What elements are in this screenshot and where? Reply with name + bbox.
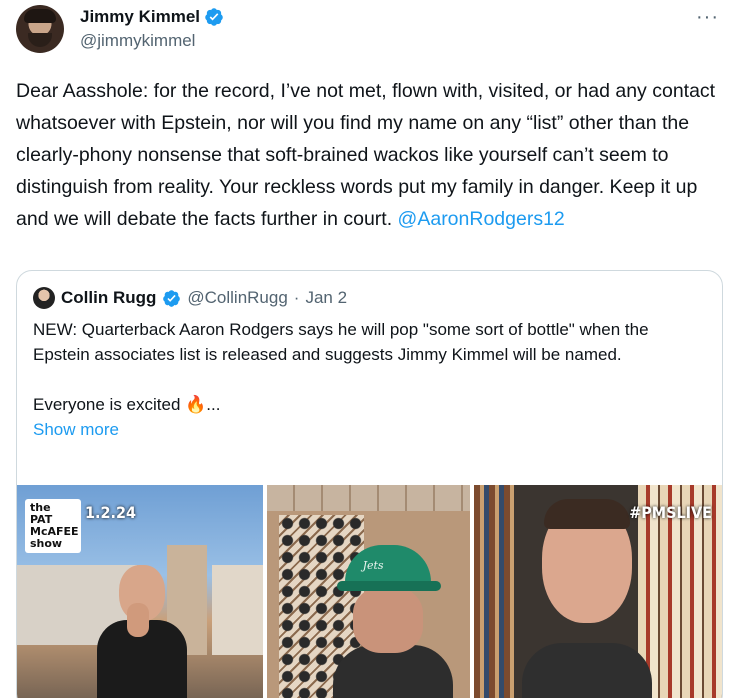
author-handle[interactable]: @jimmykimmel [80,31,224,51]
media-panel-cohost: #PMSLIVE [474,485,722,698]
author-avatar[interactable] [16,5,64,53]
date-tag: 1.2.24 [85,503,136,522]
quoted-verified-badge-icon [163,289,181,307]
quoted-author-handle: @CollinRugg [187,288,288,307]
hashtag-tag: #PMSLIVE [629,503,712,522]
quoted-media[interactable]: the PAT McAFEE show 1.2.24 Jets #PMSLIVE [17,485,722,698]
quoted-author-avatar [33,287,55,309]
guest-figure: Jets [332,545,453,698]
cohost-figure [522,493,653,698]
media-panel-host: the PAT McAFEE show 1.2.24 [17,485,263,698]
quoted-text-paragraph-2: Everyone is excited 🔥... [33,395,221,414]
quoted-tweet-text: NEW: Quarterback Aaron Rodgers says he w… [33,317,703,442]
quoted-date: Jan 2 [305,288,348,307]
tweet-text: Dear Aasshole: for the record, I’ve not … [16,75,726,235]
more-options-icon[interactable]: ··· [696,6,719,29]
show-more-link[interactable]: Show more [33,417,703,442]
meta-separator: · [293,288,300,307]
tweet-body: Dear Aasshole: for the record, I’ve not … [16,80,716,230]
verified-badge-icon [205,8,223,26]
quoted-tweet[interactable]: Collin Rugg @CollinRugg · Jan 2 NEW: Qua… [16,270,723,698]
quoted-tweet-header: Collin Rugg @CollinRugg · Jan 2 [33,287,347,309]
media-panel-guest: Jets [266,485,471,698]
author-block: Jimmy Kimmel @jimmykimmel [80,7,224,51]
cap-logo: Jets [362,559,384,572]
mention-link[interactable]: @AaronRodgers12 [398,208,565,230]
quoted-text-paragraph-1: NEW: Quarterback Aaron Rodgers says he w… [33,320,649,364]
quoted-author-name: Collin Rugg [61,288,157,307]
host-figure [97,565,187,698]
author-name[interactable]: Jimmy Kimmel [80,7,200,27]
show-logo: the PAT McAFEE show [25,499,81,553]
